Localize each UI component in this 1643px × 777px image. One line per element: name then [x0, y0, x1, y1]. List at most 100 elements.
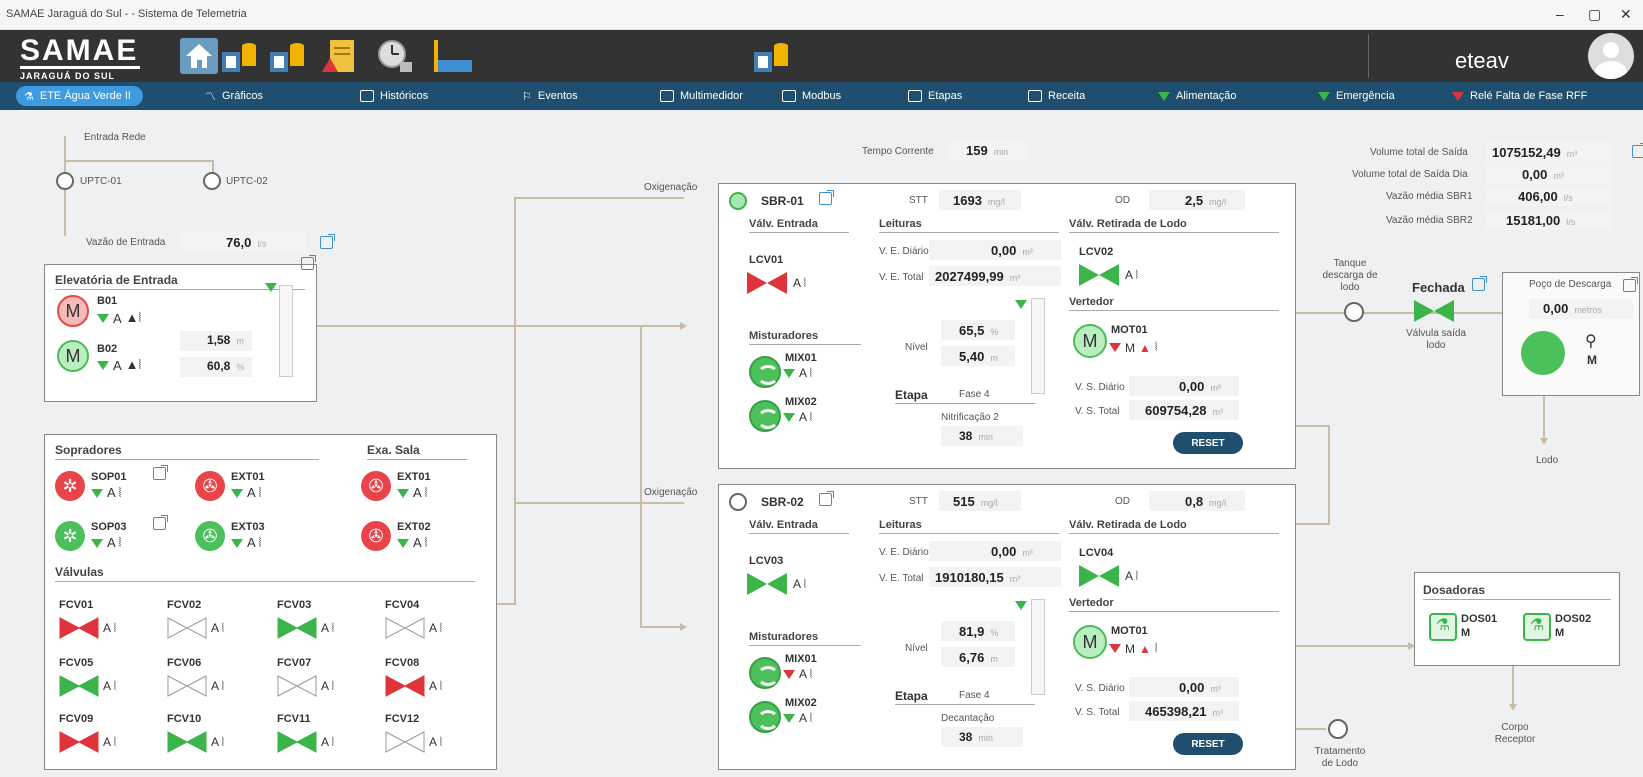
fan-ext01-icon[interactable]: ✇ [195, 471, 225, 501]
b01-tag: B01 [97, 295, 118, 307]
location-pin-icon: ⚲ [1585, 333, 1597, 350]
nav-ete[interactable]: ⚗ ETE Água Verde II [16, 86, 143, 106]
nav-multimedidor[interactable]: Multimedidor [660, 86, 743, 106]
maximize-button[interactable]: ▢ [1588, 6, 1601, 23]
dosing-pump-icon[interactable]: ⚗ [1429, 613, 1457, 641]
fcv-valve-icon[interactable] [59, 731, 99, 753]
mixer-mix01-icon[interactable] [749, 657, 781, 689]
fcv-tag: FCV05 [59, 657, 94, 669]
fcv-valve-icon[interactable] [167, 617, 207, 639]
external-link-icon[interactable] [1632, 143, 1643, 158]
minimize-button[interactable]: – [1556, 6, 1564, 22]
ve-total-value: 2027499,99 m³ [935, 269, 1021, 284]
external-link-icon [660, 90, 674, 102]
motor-b02-icon[interactable]: M [57, 340, 89, 372]
nav-eventos[interactable]: ⚐ Eventos [522, 86, 578, 106]
retirada-valve-icon[interactable] [1079, 264, 1119, 286]
external-link-icon[interactable] [153, 515, 168, 530]
fcv-valve-icon[interactable] [59, 675, 99, 697]
pipe [640, 626, 682, 628]
external-link-icon[interactable] [819, 491, 834, 506]
fcv-valve-icon[interactable] [59, 617, 99, 639]
motor-icon[interactable]: M [1073, 324, 1107, 358]
blower-sop01-icon[interactable]: ✲ [55, 471, 85, 501]
external-link-icon[interactable] [153, 465, 168, 480]
vs-diario-label: V. S. Diário [1075, 382, 1125, 393]
fcv-valve-icon[interactable] [277, 675, 317, 697]
nav-graficos[interactable]: 〽 Gráficos [205, 86, 263, 106]
mixer-mix01-icon[interactable] [749, 356, 781, 388]
nav-emergencia-label: Emergência [1336, 90, 1395, 102]
motor-icon[interactable]: M [1073, 625, 1107, 659]
fcv-valve-icon[interactable] [167, 731, 207, 753]
database-icon[interactable] [220, 38, 258, 74]
dosing-pump-icon-2[interactable]: ⚗ [1523, 613, 1551, 641]
valv-entrada-title: Válv. Entrada [749, 218, 849, 233]
nav-modbus[interactable]: Modbus [782, 86, 841, 106]
avatar[interactable] [1588, 33, 1634, 79]
od-value: 0,8 mg/l [1185, 494, 1227, 509]
nav-receita[interactable]: Receita [1028, 86, 1085, 106]
fcv-valve-icon[interactable] [385, 617, 425, 639]
fcv-status: A ⦚ [321, 679, 335, 693]
sbr-name: SBR-02 [761, 495, 804, 509]
fcv-tag: FCV10 [167, 713, 202, 725]
mixer-mix02-icon[interactable] [749, 701, 781, 733]
external-link-icon[interactable] [819, 190, 834, 205]
retirada-valve-icon[interactable] [1079, 565, 1119, 587]
fcv-valve-icon[interactable] [385, 731, 425, 753]
nav-emergencia[interactable]: Emergência [1318, 86, 1395, 106]
entrada-valve-icon[interactable] [747, 573, 787, 595]
mixer-mix02-icon[interactable] [749, 400, 781, 432]
reset-button[interactable]: RESET [1173, 432, 1243, 454]
valvula-saida-lodo-icon[interactable] [1414, 300, 1454, 322]
nav-historicos[interactable]: Históricos [360, 86, 428, 106]
motor-b01-icon[interactable]: M [57, 295, 89, 327]
external-link-icon[interactable] [1472, 276, 1487, 291]
database-icon-center[interactable] [752, 38, 790, 74]
pipe [1296, 728, 1326, 730]
vertedor-title: Vertedor [1069, 296, 1279, 311]
reset-button[interactable]: RESET [1173, 733, 1243, 755]
tempo-corrente-label: Tempo Corrente [862, 146, 934, 157]
external-link-icon[interactable] [1623, 277, 1638, 292]
sopradores-title: Sopradores [55, 443, 319, 460]
ext01-tag: EXT01 [231, 471, 265, 483]
blower-sop03-icon[interactable]: ✲ [55, 521, 85, 551]
entrada-valve-icon[interactable] [747, 272, 787, 294]
report-alert-icon[interactable] [320, 38, 358, 74]
fcv-status: A ⦚ [211, 621, 225, 635]
external-link-icon[interactable] [320, 234, 335, 249]
ve-diario-value: 0,00 m³ [991, 243, 1033, 258]
database-icon-2[interactable] [268, 38, 306, 74]
fcv-valve-icon[interactable] [167, 675, 207, 697]
pump-icon[interactable] [1521, 331, 1565, 375]
table-icon [360, 90, 374, 102]
fan-ext03-icon[interactable]: ✇ [195, 521, 225, 551]
fcv-valve-icon[interactable] [277, 731, 317, 753]
fase-min-value: 38 min [959, 429, 993, 443]
oxigenacao-label: Oxigenação [644, 182, 698, 193]
fcv-tag: FCV08 [385, 657, 420, 669]
etapa-value: Fase 4 [959, 389, 990, 400]
fan-sala-ext01-icon[interactable]: ✇ [361, 471, 391, 501]
fcv-status: A ⦚ [429, 679, 443, 693]
fcv-valve-icon[interactable] [277, 617, 317, 639]
dosadoras-title: Dosadoras [1423, 583, 1611, 600]
nav-alimentacao[interactable]: Alimentação [1158, 86, 1237, 106]
pump-mode: M [1587, 353, 1597, 367]
level-chart-icon[interactable] [430, 38, 472, 74]
fan-sala-ext02-icon[interactable]: ✇ [361, 521, 391, 551]
clock-icon[interactable] [376, 38, 414, 74]
nav-etapas[interactable]: Etapas [908, 86, 962, 106]
external-link-icon[interactable] [301, 255, 316, 270]
od-label: OD [1115, 496, 1130, 507]
nav-rele[interactable]: Relé Falta de Fase RFF [1452, 86, 1587, 106]
home-icon[interactable] [180, 38, 218, 74]
close-button[interactable]: ✕ [1620, 6, 1632, 23]
ext03-tag: EXT03 [231, 521, 265, 533]
fcv-status: A ⦚ [103, 621, 117, 635]
pipe [497, 603, 516, 605]
mot-status: M ▲ ⦚ [1109, 340, 1157, 355]
fcv-valve-icon[interactable] [385, 675, 425, 697]
